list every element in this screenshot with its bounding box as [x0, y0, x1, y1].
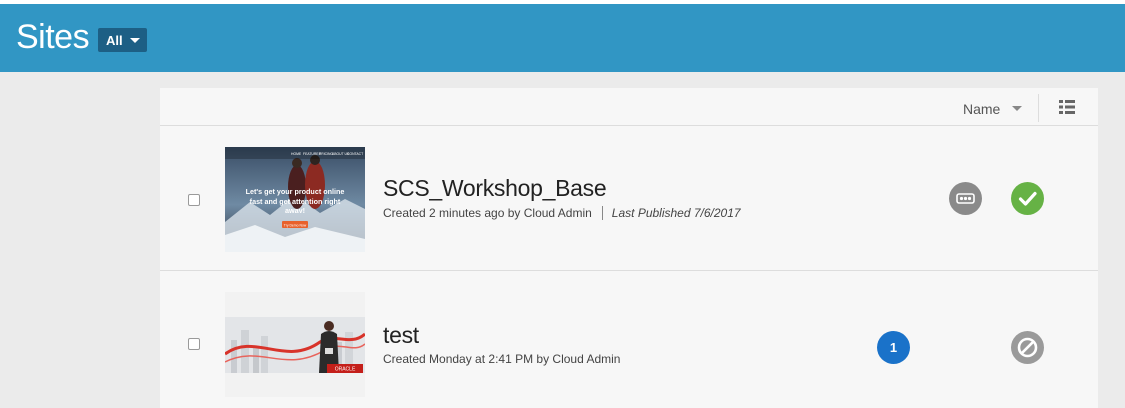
- site-created: Created 2 minutes ago by Cloud Admin: [383, 206, 592, 220]
- unpublished-status: [1011, 331, 1044, 364]
- site-name[interactable]: test: [383, 322, 419, 349]
- more-actions-button[interactable]: [949, 182, 982, 215]
- thumb-logo: ORACLE: [335, 367, 356, 373]
- sort-chevron-down-icon[interactable]: [1012, 106, 1022, 111]
- site-select-checkbox[interactable]: [188, 194, 200, 206]
- toolbar-divider: [1038, 94, 1039, 122]
- thumb-headline: Let's get your product online fast and g…: [245, 187, 345, 213]
- site-thumbnail[interactable]: HOME FEATURES PRICING ABOUT US CONTACT L…: [225, 147, 365, 252]
- sort-by-name-button[interactable]: Name: [963, 101, 1000, 117]
- thumb-nav-home: HOME: [291, 152, 302, 156]
- site-meta: Created Monday at 2:41 PM by Cloud Admin: [383, 352, 620, 366]
- app-header: Sites All: [0, 4, 1125, 72]
- page-title: Sites: [16, 18, 90, 56]
- list-view-icon[interactable]: [1059, 100, 1075, 114]
- list-toolbar: Name: [160, 88, 1098, 126]
- ellipsis-icon: [956, 193, 975, 204]
- site-filter-dropdown[interactable]: All: [98, 28, 147, 52]
- chevron-down-icon: [130, 38, 140, 43]
- site-row[interactable]: HOME FEATURES PRICING ABOUT US CONTACT L…: [160, 127, 1098, 271]
- site-thumbnail[interactable]: ORACLE: [225, 292, 365, 397]
- thumb-nav-contact: CONTACT: [347, 152, 363, 156]
- site-last-published: Last Published 7/6/2017: [611, 206, 741, 220]
- sites-panel: Name HOME FEATURES PRICING ABOUT US CONT…: [160, 88, 1098, 408]
- site-name[interactable]: SCS_Workshop_Base: [383, 175, 607, 202]
- published-status: [1011, 182, 1044, 215]
- prohibited-icon: [1017, 337, 1038, 358]
- site-created: Created Monday at 2:41 PM by Cloud Admin: [383, 352, 621, 366]
- notification-badge[interactable]: 1: [877, 331, 910, 364]
- meta-divider: [601, 206, 603, 220]
- thumb-cta: Try Demo Now: [284, 223, 307, 227]
- site-select-checkbox[interactable]: [188, 338, 200, 350]
- site-meta: Created 2 minutes ago by Cloud Admin Last…: [383, 206, 741, 220]
- checkmark-icon: [1018, 191, 1037, 206]
- site-row[interactable]: ORACLE test Created Monday at 2:41 PM by…: [160, 272, 1098, 408]
- site-filter-value: All: [106, 33, 123, 48]
